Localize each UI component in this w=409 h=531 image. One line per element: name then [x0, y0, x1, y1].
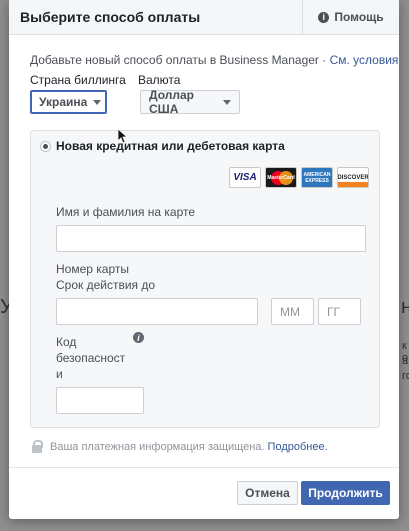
learn-more-link[interactable]: Подробнее. — [268, 441, 328, 453]
secure-text: Ваша платежная информация защищена. — [50, 440, 265, 453]
background-right-glyph: н — [401, 296, 409, 318]
info-icon: i — [318, 11, 330, 23]
dialog-header: Выберите способ оплаты i Помощь — [9, 0, 399, 35]
radio-selected-dot — [43, 144, 48, 149]
dialog-footer: Отмена Продолжить — [9, 467, 399, 519]
payment-method-dialog: Выберите способ оплаты i Помощь Добавьте… — [9, 0, 399, 519]
card-brands: VISA MasterCard AMERICAN EXPRESS DISCOVE… — [229, 167, 369, 188]
intro-text: Добавьте новый способ оплаты в Business … — [30, 53, 398, 67]
background-right-fragment: а — [402, 355, 409, 367]
cardholder-label: Имя и фамилия на карте — [56, 205, 196, 219]
expiry-year-input[interactable]: ГГ — [318, 298, 361, 325]
currency-label: Валюта — [138, 73, 181, 87]
discover-logo-icon: DISCOVER — [337, 167, 369, 188]
intro-label: Добавьте новый способ оплаты в Business … — [30, 53, 330, 67]
country-label: Страна биллинга — [30, 73, 126, 87]
country-select[interactable]: Украина — [30, 90, 107, 114]
chevron-down-icon — [93, 99, 102, 105]
currency-select[interactable]: Доллар США — [140, 88, 240, 116]
security-code-label: Код — [56, 335, 77, 349]
visa-logo-icon: VISA — [229, 167, 261, 188]
help-label: Помощь — [334, 10, 384, 24]
terms-link[interactable]: См. условия — [330, 53, 399, 67]
amex-logo-icon: AMERICAN EXPRESS — [301, 167, 333, 188]
dialog-title: Выберите способ оплаты — [20, 9, 201, 25]
mouse-cursor-icon — [118, 129, 128, 144]
card-panel: Новая кредитная или дебетовая карта VISA… — [30, 130, 380, 428]
currency-value: Доллар США — [149, 88, 194, 116]
lock-icon — [32, 440, 43, 453]
cancel-button[interactable]: Отмена — [237, 481, 298, 505]
expiry-label: Срок действия до — [56, 278, 156, 292]
card-option-label[interactable]: Новая кредитная или дебетовая карта — [56, 139, 285, 153]
expiry-month-input[interactable]: ММ — [271, 298, 314, 325]
security-code-label: безопасност — [56, 351, 126, 365]
dialog-body: Добавьте новый способ оплаты в Business … — [9, 35, 399, 519]
continue-button[interactable]: Продолжить — [301, 481, 390, 505]
secure-notice: Ваша платежная информация защищена. Подр… — [32, 440, 328, 453]
card-option-radio[interactable] — [40, 141, 51, 152]
info-icon[interactable]: i — [133, 332, 144, 343]
security-code-input[interactable] — [56, 387, 144, 414]
help-button[interactable]: i Помощь — [302, 0, 399, 34]
mastercard-logo-text: MasterCard — [267, 174, 295, 181]
mastercard-logo-icon: MasterCard — [265, 167, 297, 188]
card-number-label: Номер карты — [56, 262, 129, 276]
background-right-fragment: го — [402, 370, 409, 382]
chevron-down-icon — [223, 99, 231, 105]
country-value: Украина — [39, 95, 88, 109]
card-number-input[interactable] — [56, 298, 258, 325]
security-code-label: и — [56, 367, 63, 381]
cardholder-input[interactable] — [56, 225, 366, 252]
